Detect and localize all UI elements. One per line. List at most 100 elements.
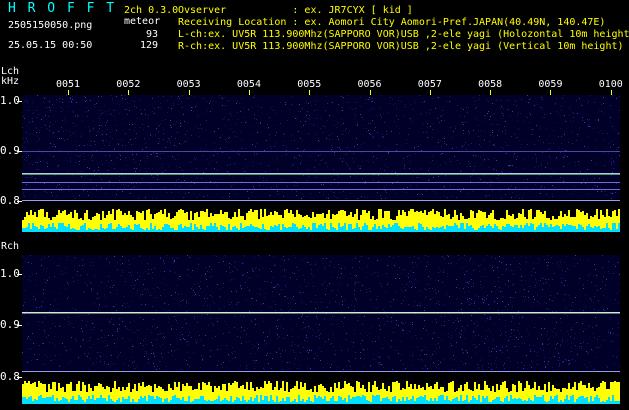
noise-speck [380,115,381,116]
noise-speck [550,358,551,359]
noise-speck [428,170,429,171]
noise-speck [432,288,433,289]
noise-speck [87,356,88,357]
noise-speck [592,326,593,327]
noise-speck [420,303,421,304]
noise-speck [383,113,384,114]
noise-speck [24,118,25,119]
noise-speck [446,144,447,145]
noise-speck [218,262,219,263]
noise-speck [304,279,305,280]
noise-speck [81,176,82,177]
noise-speck [405,322,406,323]
noise-speck [511,136,512,137]
noise-speck [355,176,356,177]
noise-speck [315,353,316,354]
noise-speck [176,180,177,181]
noise-speck [91,262,92,263]
noise-speck [598,300,599,301]
noise-speck [93,130,94,131]
noise-speck [45,350,46,351]
noise-speck [492,198,493,199]
noise-speck [444,138,445,139]
noise-speck [560,344,561,345]
noise-speck [305,124,306,125]
noise-speck [390,346,391,347]
noise-speck [47,268,48,269]
noise-speck [146,344,147,345]
noise-speck [48,335,49,336]
noise-speck [580,329,581,330]
noise-speck [322,284,323,285]
noise-speck [424,310,425,311]
noise-speck [125,145,126,146]
noise-speck [84,145,85,146]
noise-speck [597,186,598,187]
noise-speck [486,190,487,191]
noise-speck [141,304,142,305]
noise-speck [265,337,266,338]
noise-speck [302,302,303,303]
noise-speck [611,198,612,199]
noise-speck [398,256,399,257]
noise-speck [334,316,335,317]
noise-speck [421,113,422,114]
noise-speck [337,198,338,199]
noise-speck [517,314,518,315]
noise-speck [308,169,309,170]
noise-speck [91,347,92,348]
noise-speck [558,267,559,268]
noise-speck [175,292,176,293]
noise-speck [59,190,60,191]
noise-speck [306,294,307,295]
noise-speck [583,179,584,180]
noise-speck [183,338,184,339]
noise-speck [315,302,316,303]
noise-speck [325,110,326,111]
noise-speck [493,270,494,271]
noise-speck [491,124,492,125]
noise-speck [412,322,413,323]
noise-speck [450,185,451,186]
noise-speck [308,103,309,104]
noise-speck [370,291,371,292]
noise-speck [522,198,523,199]
noise-speck [151,353,152,354]
noise-speck [39,329,40,330]
noise-speck [388,282,389,283]
noise-speck [218,361,219,362]
noise-speck [287,335,288,336]
noise-speck [608,261,609,262]
noise-speck [496,346,497,347]
noise-speck [269,261,270,262]
noise-speck [80,275,81,276]
noise-speck [98,309,99,310]
noise-speck [55,121,56,122]
noise-speck [66,259,67,260]
noise-speck [451,262,452,263]
noise-speck [121,140,122,141]
noise-speck [540,280,541,281]
noise-speck [233,184,234,185]
noise-speck [94,303,95,304]
noise-speck [182,300,183,301]
noise-speck [292,165,293,166]
noise-speck [395,350,396,351]
noise-speck [100,352,101,353]
noise-speck [329,139,330,140]
noise-speck [554,328,555,329]
noise-speck [286,154,287,155]
noise-speck [310,328,311,329]
noise-speck [151,295,152,296]
noise-speck [301,300,302,301]
noise-speck [561,143,562,144]
noise-speck [249,290,250,291]
noise-speck [581,105,582,106]
noise-speck [237,112,238,113]
noise-speck [341,96,342,97]
noise-speck [41,265,42,266]
noise-speck [273,110,274,111]
noise-speck [489,316,490,317]
noise-speck [112,100,113,101]
noise-speck [160,153,161,154]
